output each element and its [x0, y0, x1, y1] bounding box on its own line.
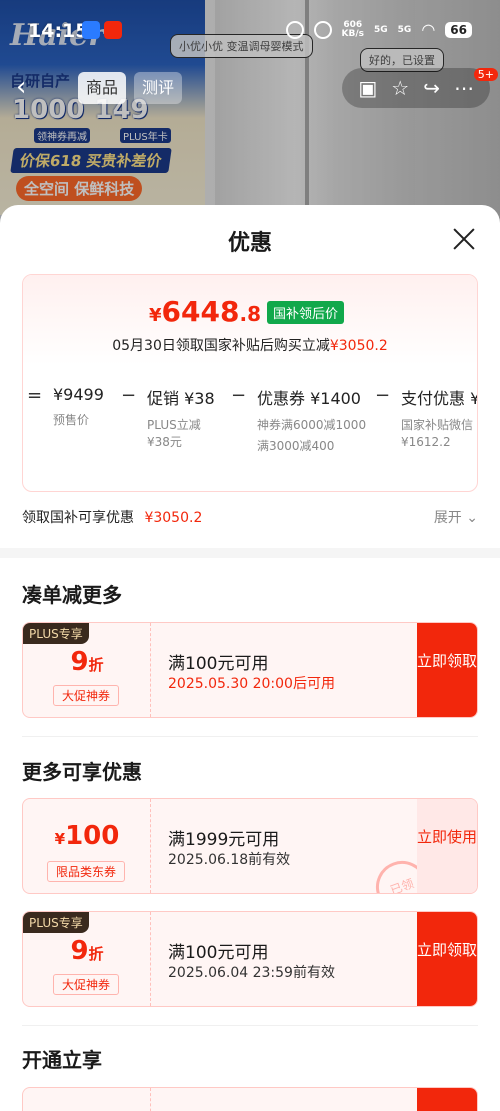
signal-icon-1: 5G	[374, 24, 388, 35]
section-divider	[0, 548, 500, 558]
coupon-jd-100: ¥100 限品类东券 满1999元可用 2025.06.18前有效 已领 立即使…	[22, 798, 478, 894]
wifi-icon: ◠	[421, 20, 436, 39]
coupon-condition: 满100元可用	[168, 943, 269, 963]
open-plus-button[interactable]	[417, 1088, 477, 1111]
final-price: ¥6448.8	[149, 295, 261, 328]
calc-item-payment: 支付优惠 ¥ 国家补贴微信 ¥1612.2	[401, 389, 478, 449]
plus-badge: PLUS专享	[23, 912, 89, 933]
coupon-value-area: ¥100 限品类东券	[23, 799, 151, 893]
price-calc-row: = ¥9499 预售价 − 促销 ¥38 PLUS立减 ¥38元 − 优惠券 ¥…	[23, 375, 477, 487]
calc-op-minus-2: −	[231, 385, 247, 406]
alarm-icon	[285, 20, 304, 39]
calc-op-minus-3: −	[375, 385, 391, 406]
subsidy-price-tag: 国补领后价	[267, 301, 345, 324]
app-notification-icon	[82, 21, 100, 39]
section-separator	[22, 736, 478, 737]
section-separator	[22, 1025, 478, 1026]
tab-review[interactable]: 测评	[134, 72, 183, 104]
price-breakdown-card: ¥6448.8 国补领后价 05月30日领取国家补贴后购买立减¥3050.2 =…	[22, 274, 478, 492]
coupon-value-area: PLUS专享 9折 大促神券	[23, 912, 151, 1006]
star-icon[interactable]: ☆	[391, 76, 409, 100]
sheet-title: 优惠	[227, 231, 272, 256]
mail-notification-icon	[104, 21, 122, 39]
coupon-plus-discount-2: PLUS专享 9折 大促神券 满100元可用 2025.06.04 23:59前…	[22, 911, 478, 1007]
signal-icon-2: 5G	[397, 24, 412, 35]
coupon-condition: 满100元可用	[168, 654, 269, 674]
coupon-value-area: PLUS专享 9折 大促神券	[23, 623, 151, 717]
calc-item-promo: 促销 ¥38 PLUS立减 ¥38元	[147, 389, 215, 449]
claim-coupon-button[interactable]: 立即领取	[417, 912, 477, 1006]
coupon-value-area	[23, 1088, 151, 1111]
coupon-condition: 满1999元可用	[168, 830, 280, 850]
section-title-bundle: 凑单减更多	[22, 583, 122, 607]
section-title-open-plus: 开通立享	[22, 1048, 102, 1072]
share-icon[interactable]: ↪	[423, 76, 440, 100]
claim-coupon-button[interactable]: 立即领取	[417, 623, 477, 717]
cart-icon[interactable]: ▣	[358, 76, 377, 100]
cart-badge: 5+	[473, 68, 498, 81]
expand-button[interactable]: 展开 ⌄	[434, 507, 478, 527]
subsidy-note: 05月30日领取国家补贴后购买立减¥3050.2	[112, 338, 388, 354]
tab-product[interactable]: 商品	[78, 72, 127, 104]
plus-badge: PLUS专享	[23, 623, 89, 644]
coupon-date: 2025.06.04 23:59前有效	[168, 965, 335, 981]
claim-label: 领取国补可享优惠	[22, 510, 134, 526]
status-time: 14:15	[28, 20, 89, 42]
section-title-more: 更多可享优惠	[22, 760, 142, 784]
coupon-plus-discount: PLUS专享 9折 大促神券 满100元可用 2025.05.30 20:00后…	[22, 622, 478, 718]
use-coupon-button[interactable]: 立即使用	[417, 799, 477, 893]
calc-op-minus-1: −	[121, 385, 137, 406]
status-bar: 14:15 606 KB/s 5G 5G ◠ 66	[0, 0, 500, 60]
coupon-amount: ¥100	[54, 821, 120, 851]
more-icon[interactable]: ⋯	[454, 76, 474, 100]
coupon-date: 2025.06.18前有效	[168, 852, 291, 868]
coupon-type: 大促神券	[53, 974, 119, 995]
coupon-discount: 9折	[70, 936, 104, 966]
coupon-discount: 9折	[70, 647, 104, 677]
mute-icon	[313, 20, 332, 39]
back-chevron-icon[interactable]: ‹	[16, 74, 44, 102]
close-icon[interactable]	[450, 225, 478, 253]
coupon-type: 限品类东券	[47, 861, 125, 882]
battery-indicator: 66	[445, 21, 472, 38]
net-speed: 606 KB/s	[341, 19, 365, 39]
status-right: 606 KB/s 5G 5G ◠ 66	[285, 19, 472, 39]
chevron-down-icon: ⌄	[466, 510, 478, 526]
coupon-date: 2025.05.30 20:00后可用	[168, 676, 335, 692]
coupon-plus-open-partial	[22, 1087, 478, 1111]
discount-sheet: 优惠 ¥6448.8 国补领后价 05月30日领取国家补贴后购买立减¥3050.…	[0, 205, 500, 1111]
calc-op-equals: =	[27, 385, 43, 406]
coupon-type: 大促神券	[53, 685, 119, 706]
claim-amount: ¥3050.2	[144, 510, 203, 526]
subsidy-claim-row[interactable]: 领取国补可享优惠 ¥3050.2 展开 ⌄	[22, 507, 478, 529]
nav-action-group: ▣ ☆ ↪ ⋯	[342, 68, 490, 108]
calc-item-coupon: 优惠券 ¥1400 神券满6000减1000 满3000减400	[257, 389, 367, 453]
product-nav-bar: ‹ 商品 测评 ▣ ☆ ↪ ⋯ 5+	[0, 68, 500, 108]
